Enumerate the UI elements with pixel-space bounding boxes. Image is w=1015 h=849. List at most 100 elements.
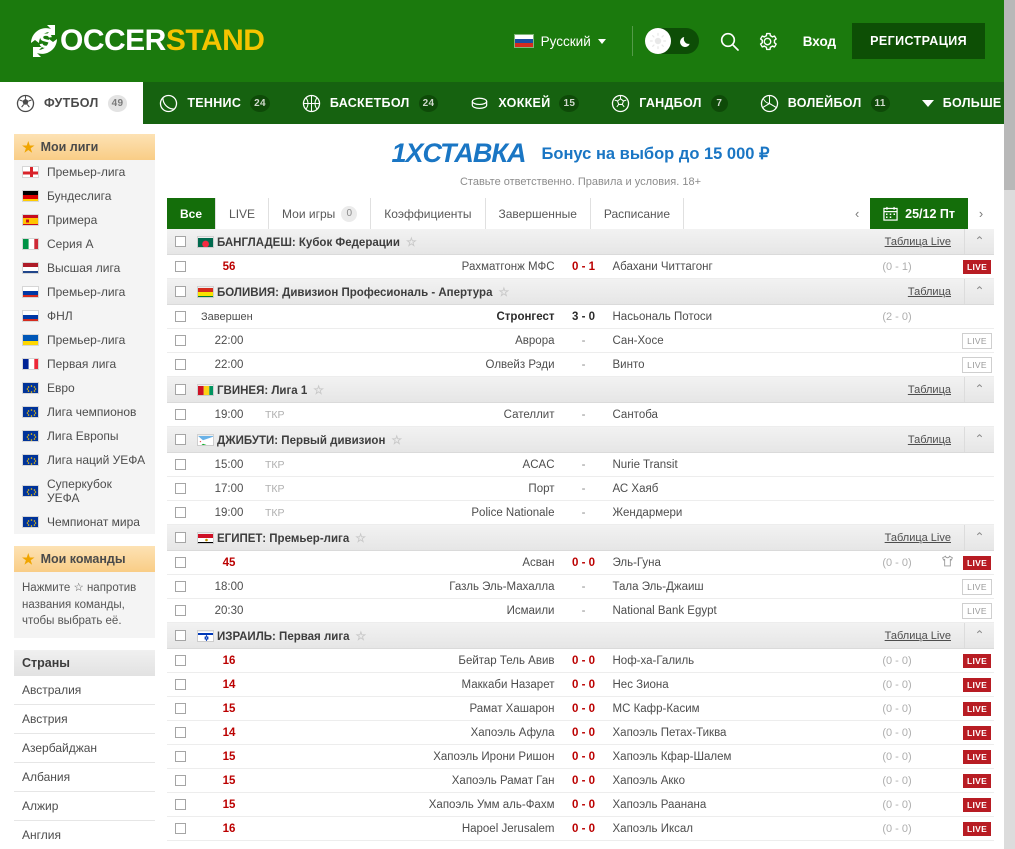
league-title[interactable]: ИЗРАИЛЬ: Первая лига ☆	[217, 629, 366, 643]
filter-tab-коэффициенты[interactable]: Коэффициенты	[371, 198, 486, 229]
match-row[interactable]: 14 Маккаби Назарет 0 - 0 Нес Зиона (0 - 0) LI…	[167, 673, 994, 697]
sidebar-league-item[interactable]: Чемпионат мира	[14, 510, 155, 534]
match-checkbox[interactable]	[174, 775, 186, 786]
live-badge-inactive[interactable]: LIVE	[962, 578, 992, 595]
date-next-button[interactable]: ›	[968, 198, 994, 229]
league-table-link[interactable]: Таблица	[908, 286, 964, 298]
match-away-team[interactable]: Жендармери	[604, 507, 861, 519]
league-checkbox[interactable]	[174, 384, 186, 395]
live-badge-inactive[interactable]: LIVE	[962, 602, 992, 619]
match-home-team[interactable]: Хапоэль Умм аль-Фахм	[307, 799, 564, 811]
register-button[interactable]: РЕГИСТРАЦИЯ	[852, 23, 985, 59]
filter-tab-все[interactable]: Все	[167, 198, 217, 229]
match-checkbox[interactable]	[174, 483, 186, 494]
league-table-link[interactable]: Таблица Live	[885, 532, 964, 544]
league-table-link[interactable]: Таблица Live	[885, 630, 964, 642]
match-checkbox[interactable]	[174, 311, 186, 322]
match-checkbox[interactable]	[174, 799, 186, 810]
match-home-team[interactable]: Стронгест	[307, 311, 564, 323]
match-home-team[interactable]: Хапоэль Рамат Ган	[307, 775, 564, 787]
sidebar-league-item[interactable]: Евро	[14, 376, 155, 400]
match-home-team[interactable]: Хапоэль Ирони Ришон	[307, 751, 564, 763]
match-row[interactable]: 15 Рамат Хашарон 0 - 0 МС Кафр-Касим (0 - 0)…	[167, 697, 994, 721]
scrollbar-thumb[interactable]	[1004, 0, 1015, 190]
match-home-team[interactable]: Сателлит	[307, 409, 564, 421]
match-away-team[interactable]: Эль-Гуна	[604, 557, 861, 569]
match-row[interactable]: 17:00 ТКР Порт - АС Хаяб	[167, 477, 994, 501]
match-home-team[interactable]: Газль Эль-Махалла	[307, 581, 564, 593]
sidebar-league-item[interactable]: ФНЛ	[14, 304, 155, 328]
match-away-team[interactable]: МС Кафр-Касим	[604, 703, 861, 715]
match-away-team[interactable]: Хапоэль Кфар-Шалем	[604, 751, 861, 763]
promo-banner[interactable]: 1XСТАВКА Бонус на выбор до 15 000 ₽ Став…	[167, 124, 994, 198]
star-outline-icon[interactable]: ☆	[356, 629, 367, 643]
league-title[interactable]: БАНГЛАДЕШ: Кубок Федерации ☆	[217, 235, 417, 249]
match-checkbox[interactable]	[174, 557, 186, 568]
match-home-team[interactable]: Исмаили	[307, 605, 564, 617]
sidebar-league-item[interactable]: Примера	[14, 208, 155, 232]
match-row[interactable]: 15 Хапоэль Умм аль-Фахм 0 - 0 Хапоэль Раана…	[167, 793, 994, 817]
star-outline-icon[interactable]: ☆	[498, 285, 509, 299]
match-home-team[interactable]: Порт	[307, 483, 564, 495]
sport-tab-tennis[interactable]: ТЕННИС 24	[143, 82, 286, 124]
match-away-team[interactable]: Сан-Хосе	[604, 335, 861, 347]
match-away-team[interactable]: Ноф-ха-Галиль	[604, 655, 861, 667]
sidebar-league-item[interactable]: Высшая лига	[14, 256, 155, 280]
star-outline-icon[interactable]: ☆	[406, 235, 417, 249]
match-home-team[interactable]: Аврора	[307, 335, 564, 347]
star-outline-icon[interactable]: ☆	[391, 433, 402, 447]
match-checkbox[interactable]	[174, 261, 186, 272]
match-lineup-cell[interactable]	[934, 555, 960, 571]
league-collapse-toggle[interactable]: ⌃	[964, 525, 994, 550]
sport-tab-volleyball[interactable]: ВОЛЕЙБОЛ 11	[744, 82, 906, 124]
match-row[interactable]: 20:30 Исмаили - National Bank Egypt LIVE	[167, 599, 994, 623]
league-title[interactable]: ЕГИПЕТ: Премьер-лига ☆	[217, 531, 366, 545]
match-away-team[interactable]: Nurie Transit	[604, 459, 861, 471]
league-table-link[interactable]: Таблица	[908, 384, 964, 396]
league-collapse-toggle[interactable]: ⌃	[964, 229, 994, 254]
match-row[interactable]: 45 Асван 0 - 0 Эль-Гуна (0 - 0) LIVE	[167, 551, 994, 575]
match-away-team[interactable]: National Bank Egypt	[604, 605, 861, 617]
match-checkbox[interactable]	[174, 335, 186, 346]
sidebar-league-item[interactable]: Суперкубок УЕФА	[14, 472, 155, 510]
sport-tab-basketball[interactable]: БАСКЕТБОЛ 24	[286, 82, 454, 124]
match-checkbox[interactable]	[174, 655, 186, 666]
sidebar-league-item[interactable]: Премьер-лига	[14, 280, 155, 304]
match-row[interactable]: 15 Хапоэль Рамат Ган 0 - 0 Хапоэль Акко (0 -…	[167, 769, 994, 793]
sport-tab-football[interactable]: ФУТБОЛ 49	[0, 82, 144, 124]
match-away-team[interactable]: Винто	[604, 359, 861, 371]
live-badge-inactive[interactable]: LIVE	[962, 332, 992, 349]
sidebar-country-item[interactable]: Азербайджан	[14, 734, 155, 764]
match-checkbox[interactable]	[174, 751, 186, 762]
league-table-link[interactable]: Таблица	[908, 434, 964, 446]
match-row[interactable]: 14 Хапоэль Афула 0 - 0 Хапоэль Петах-Тиква (…	[167, 721, 994, 745]
sidebar-country-item[interactable]: Австралия	[14, 676, 155, 706]
sidebar-country-item[interactable]: Алжир	[14, 792, 155, 822]
match-row[interactable]: 19:00 ТКР Сателлит - Сантоба	[167, 403, 994, 427]
league-table-link[interactable]: Таблица Live	[885, 236, 964, 248]
match-row[interactable]: 56 Рахматгонж МФС 0 - 1 Абахани Читтагонг (0…	[167, 255, 994, 279]
live-badge-inactive[interactable]: LIVE	[962, 356, 992, 373]
league-collapse-toggle[interactable]: ⌃	[964, 279, 994, 304]
league-collapse-toggle[interactable]: ⌃	[964, 427, 994, 452]
filter-tab-live[interactable]: LIVE	[216, 198, 270, 229]
match-away-team[interactable]: АС Хаяб	[604, 483, 861, 495]
league-checkbox[interactable]	[174, 434, 186, 445]
league-collapse-toggle[interactable]: ⌃	[964, 623, 994, 648]
match-checkbox[interactable]	[174, 605, 186, 616]
match-home-team[interactable]: Асван	[307, 557, 564, 569]
star-outline-icon[interactable]: ☆	[313, 383, 324, 397]
match-row[interactable]: 18:00 Газль Эль-Махалла - Тала Эль-Джаиш LIV…	[167, 575, 994, 599]
match-row[interactable]: 19:00 ТКР Police Nationale - Жендармери	[167, 501, 994, 525]
league-collapse-toggle[interactable]: ⌃	[964, 377, 994, 402]
league-checkbox[interactable]	[174, 532, 186, 543]
league-title[interactable]: БОЛИВИЯ: Дивизион Професиональ - Апертур…	[217, 285, 509, 299]
match-row[interactable]: Завершен Стронгест 3 - 0 Насьональ Потоси (2…	[167, 305, 994, 329]
filter-tab-мои-игры[interactable]: Мои игры 0	[269, 198, 372, 229]
date-prev-button[interactable]: ‹	[844, 198, 871, 229]
search-button[interactable]	[711, 22, 749, 60]
language-selector[interactable]: Русский	[500, 34, 620, 49]
sidebar-country-item[interactable]: Австрия	[14, 705, 155, 735]
match-away-team[interactable]: Хапоэль Иксал	[604, 823, 861, 835]
match-home-team[interactable]: Hapoel Jerusalem	[307, 823, 564, 835]
